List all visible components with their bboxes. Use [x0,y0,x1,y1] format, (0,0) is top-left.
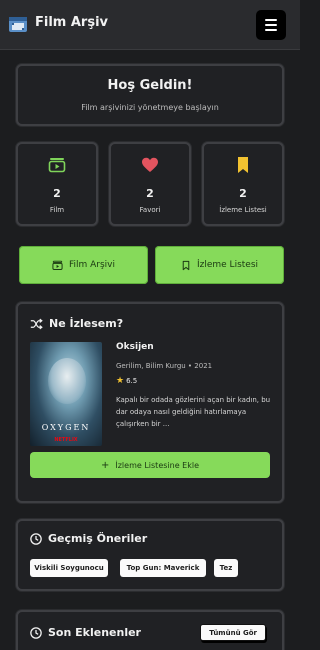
movie-poster[interactable]: OXYGEN NETFLIX [30,342,102,446]
menu-line-icon [265,19,277,21]
app-title[interactable]: Film Arşiv [35,15,108,30]
suggestion-card: Ne İzlesem? OXYGEN NETFLIX Oksijen Geril… [16,302,284,503]
add-to-watchlist-button[interactable]: + İzleme Listesine Ekle [30,452,270,478]
film-archive-logo-icon [9,17,27,32]
suggestion-heading: Ne İzlesem? [49,317,124,330]
watchlist-button-label: İzleme Listesi [196,260,259,270]
film-play-icon [48,158,66,173]
stat-label: İzleme Listesi [219,206,267,214]
shuffle-icon [30,318,43,329]
heart-icon [142,157,158,172]
add-to-watchlist-label: İzleme Listesine Ekle [115,460,199,470]
suggestion-header: Ne İzlesem? [30,317,123,330]
history-chip[interactable]: Tez [214,559,238,577]
star-icon: ★ [116,376,125,386]
poster-title: OXYGEN [41,423,91,432]
movie-meta: Gerilim, Bilim Kurgu • 2021 [116,362,213,370]
stat-label: Favori [139,206,161,214]
see-all-button[interactable]: Tümünü Gör [200,624,266,641]
stat-card-favorites[interactable]: 2 Favori [109,142,191,226]
welcome-card: Hoş Geldin! Film arşivinizi yönetmeye ba… [16,64,284,126]
poster-brand: NETFLIX [54,437,78,443]
app-header: Film Arşiv [0,0,300,50]
clock-icon [30,626,42,639]
welcome-subtitle: Film arşivinizi yönetmeye başlayın [81,103,219,112]
recent-card: Son Eklenenler Tümünü Gör [16,610,284,650]
bookmark-icon [182,260,190,270]
movie-rating: ★ 6.5 [116,376,137,386]
plus-icon: + [100,459,110,471]
history-header: Geçmiş Öneriler [30,532,147,545]
stat-value: 2 [53,187,61,200]
menu-line-icon [265,24,277,26]
hamburger-menu-button[interactable] [256,10,286,40]
history-heading: Geçmiş Öneriler [48,532,148,545]
stat-card-watchlist[interactable]: 2 İzleme Listesi [202,142,284,226]
poster-art [48,358,86,404]
history-chip[interactable]: Viskili Soygunocu [30,559,108,577]
film-archive-button-label: Film Arşivi [68,260,116,270]
film-play-icon [52,260,63,270]
history-card: Geçmiş Öneriler Viskili Soygunocu Top Gu… [16,519,284,591]
movie-title[interactable]: Oksijen [116,342,154,352]
movie-description: Kapalı bir odada gözlerini açan bir kadı… [116,396,271,428]
recent-header: Son Eklenenler [30,626,141,639]
stat-label: Film [49,206,65,214]
stat-value: 2 [239,187,247,200]
watchlist-button[interactable]: İzleme Listesi [155,246,284,284]
clock-icon [30,532,42,545]
history-chip[interactable]: Top Gun: Maverick [120,559,206,577]
menu-line-icon [265,29,277,31]
bookmark-icon [238,157,248,173]
film-archive-button[interactable]: Film Arşivi [19,246,148,284]
stat-value: 2 [146,187,154,200]
rating-value: 6.5 [126,377,138,385]
recent-heading: Son Eklenenler [48,626,141,639]
welcome-title: Hoş Geldin! [107,78,193,93]
stat-card-films[interactable]: 2 Film [16,142,98,226]
